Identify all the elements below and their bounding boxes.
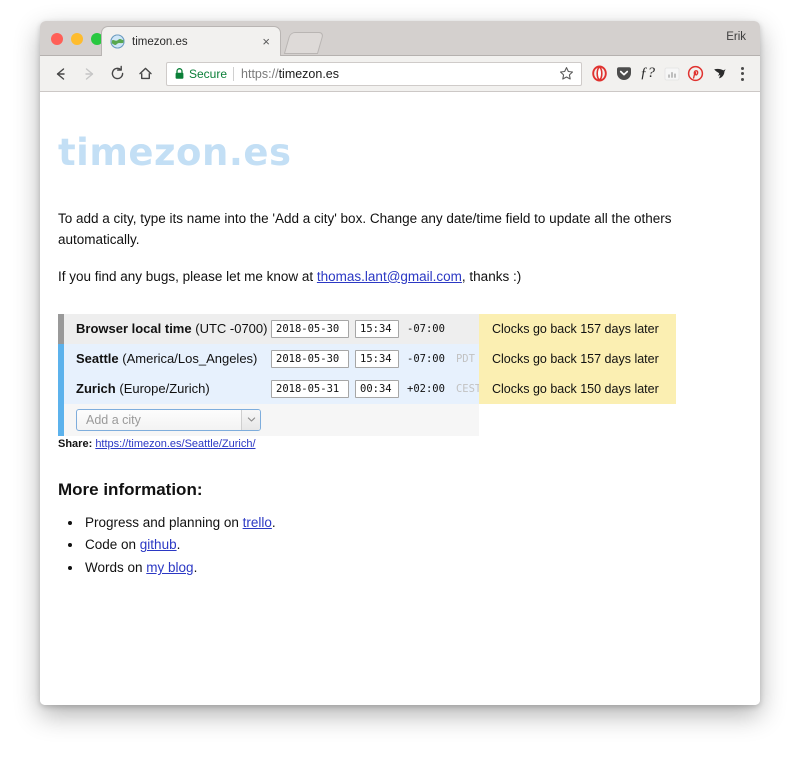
star-icon[interactable] (553, 66, 574, 81)
intro-paragraph: To add a city, type its name into the 'A… (58, 211, 672, 247)
page-viewport: timezon.es To add a city, type its name … (40, 92, 760, 705)
chevron-down-icon[interactable] (241, 409, 260, 430)
add-city-row: Add a city (58, 403, 479, 436)
share-link[interactable]: https://timezon.es/Seattle/Zurich/ (95, 438, 255, 450)
time-input[interactable]: 00:34 (355, 379, 399, 398)
row-label: Browser local time (UTC -0700) (76, 321, 267, 336)
list-item: Words on my blog. (83, 557, 276, 580)
three-dot-menu-icon[interactable] (732, 61, 752, 87)
row-label: Seattle (America/Los_Angeles) (76, 351, 257, 366)
bug-prefix-text: If you find any bugs, please let me know… (58, 268, 317, 284)
row-city-name: Browser local time (76, 321, 192, 337)
dst-note: Clocks go back 157 days later (492, 321, 659, 336)
list-item-prefix: Progress and planning on (85, 514, 243, 530)
row-city-name: Seattle (76, 351, 119, 367)
time-input[interactable]: 15:34 (355, 349, 399, 368)
row-color-bar (58, 313, 64, 344)
date-input[interactable]: 2018-05-31 (271, 379, 349, 398)
add-city-placeholder: Add a city (86, 412, 141, 427)
browser-tab[interactable]: timezon.es × (101, 26, 281, 56)
add-city-input[interactable]: Add a city (76, 408, 261, 431)
bird-cursor-icon[interactable] (708, 61, 731, 87)
table-row: Browser local time (UTC -0700) 2018-05-3… (58, 313, 479, 344)
row-city-name: Zurich (76, 381, 116, 397)
home-icon[interactable] (132, 61, 158, 87)
extension-toolbar: ƒ? (588, 61, 760, 87)
chart-icon[interactable] (660, 61, 683, 87)
omnibox-divider (233, 66, 235, 81)
row-fields: 2018-05-31 00:34 +02:00 CEST (271, 379, 482, 398)
utc-offset: -07:00 (407, 352, 445, 365)
list-item: Progress and planning on trello. (83, 512, 276, 535)
profile-name[interactable]: Erik (726, 31, 746, 43)
row-fields: 2018-05-30 15:34 -07:00 (271, 319, 456, 338)
list-item-suffix: . (193, 560, 198, 576)
table-row: Zurich (Europe/Zurich) 2018-05-31 00:34 … (58, 373, 482, 404)
row-zone-name: (UTC -0700) (195, 321, 268, 337)
list-item-suffix: . (271, 514, 276, 530)
url-host: timezon.es (278, 66, 340, 81)
row-color-bar (58, 403, 64, 436)
row-zone-name: (America/Los_Angeles) (122, 351, 258, 367)
back-arrow-icon[interactable] (48, 61, 74, 87)
row-color-bar (58, 343, 64, 374)
dst-panel: Clocks go back 157 days later Clocks go … (479, 313, 676, 404)
browser-window: timezon.es × Erik Secure https:// timezo… (40, 21, 760, 705)
url-scheme: https:// (241, 66, 279, 81)
timezone-abbreviation: CEST (455, 382, 482, 395)
reload-icon[interactable] (104, 61, 130, 87)
share-label: Share: (58, 437, 93, 450)
table-row: Seattle (America/Los_Angeles) 2018-05-30… (58, 343, 479, 374)
tab-title: timezon.es (132, 35, 188, 48)
list-item-prefix: Words on (85, 560, 147, 576)
row-color-bar (58, 373, 64, 404)
minimize-window-button[interactable] (71, 33, 83, 45)
secure-label: Secure (189, 66, 228, 81)
more-information-list: Progress and planning on trello. Code on… (58, 512, 276, 580)
list-item: Code on github. (83, 534, 276, 557)
trello-link[interactable]: trello (243, 515, 272, 530)
email-link[interactable]: thomas.lant@gmail.com (317, 269, 462, 284)
utc-offset: +02:00 (407, 382, 445, 395)
row-fields: 2018-05-30 15:34 -07:00 PDT (271, 349, 475, 368)
bug-suffix-text: , thanks :) (461, 268, 522, 284)
pocket-shield-icon[interactable] (612, 61, 635, 87)
row-zone-name: (Europe/Zurich) (119, 381, 210, 397)
list-item-prefix: Code on (85, 537, 140, 553)
opera-icon[interactable] (588, 61, 611, 87)
date-input[interactable]: 2018-05-30 (271, 349, 349, 368)
timezone-abbreviation: PDT (455, 352, 475, 365)
row-label: Zurich (Europe/Zurich) (76, 381, 210, 396)
dst-note: Clocks go back 150 days later (492, 381, 659, 396)
blog-link[interactable]: my blog (146, 560, 193, 575)
tab-strip: timezon.es × Erik (40, 21, 760, 56)
function-question-icon[interactable]: ƒ? (636, 61, 659, 87)
github-link[interactable]: github (140, 537, 177, 552)
bug-report-paragraph: If you find any bugs, please let me know… (58, 251, 718, 288)
new-tab-button[interactable] (283, 32, 325, 54)
utc-offset: -07:00 (407, 322, 445, 335)
page-title: timezon.es (58, 131, 292, 174)
more-information-heading: More information: (58, 479, 203, 499)
lock-icon (174, 67, 185, 80)
time-input[interactable]: 15:34 (355, 319, 399, 338)
timezone-rows: Browser local time (UTC -0700) 2018-05-3… (58, 313, 482, 436)
forward-arrow-icon (76, 61, 102, 87)
browser-toolbar: Secure https:// timezon.es ƒ? (40, 56, 760, 92)
pinterest-icon[interactable] (684, 61, 707, 87)
dst-note: Clocks go back 157 days later (492, 351, 659, 366)
close-icon[interactable]: × (260, 35, 272, 48)
window-traffic-lights (51, 33, 103, 45)
share-line: Share: https://timezon.es/Seattle/Zurich… (58, 438, 256, 450)
address-bar[interactable]: Secure https:// timezon.es (166, 61, 582, 86)
date-input[interactable]: 2018-05-30 (271, 319, 349, 338)
list-item-suffix: . (176, 537, 181, 553)
globe-icon (110, 34, 125, 49)
close-window-button[interactable] (51, 33, 63, 45)
